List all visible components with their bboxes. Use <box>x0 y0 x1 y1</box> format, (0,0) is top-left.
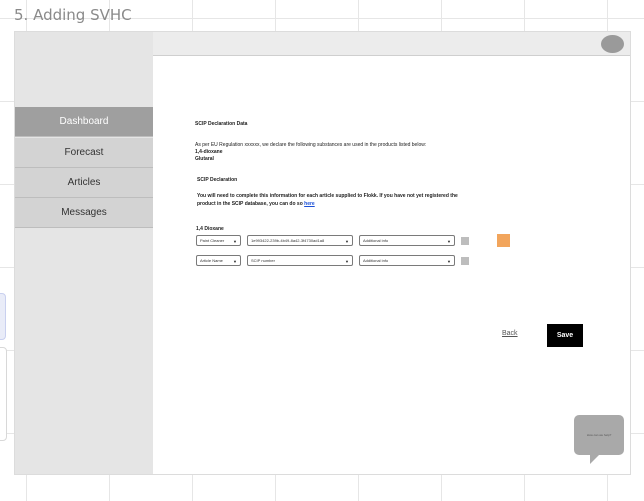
chevron-down-icon: ▼ <box>447 259 451 264</box>
chevron-down-icon: ▼ <box>345 239 349 244</box>
chat-bubble-tail <box>590 454 600 464</box>
notice-text: You will need to complete this informati… <box>197 193 458 199</box>
add-row-button[interactable] <box>497 234 510 247</box>
chevron-down-icon: ▼ <box>233 239 237 244</box>
chevron-down-icon: ▼ <box>233 259 237 264</box>
article-select[interactable]: Article Name ▼ <box>196 255 241 266</box>
row-checkbox[interactable] <box>461 237 469 245</box>
substance-group-label: 1,4 Dioxane <box>196 226 224 232</box>
notice-text-prefix: product in the SCIP database, you can do… <box>197 201 303 207</box>
notice-text-line2: product in the SCIP database, you can do… <box>197 201 315 207</box>
article-select[interactable]: Paint Cleaner ▼ <box>196 235 241 246</box>
article-select-value: Article Name <box>200 258 223 263</box>
top-bar <box>153 32 630 56</box>
save-button[interactable]: Save <box>547 324 583 347</box>
declaration-intro: As per EU Regulation xxxxxx, we declare … <box>195 142 427 148</box>
frame-title: 5. Adding SVHC <box>14 6 132 24</box>
scip-number-value: 1e993422-239b-4b49-8a42-3f4730ad1a8 <box>251 238 325 243</box>
offscreen-panel-stub <box>0 293 6 340</box>
chat-text: How can we help? <box>586 433 612 437</box>
additional-info-select[interactable]: Additional info ▼ <box>359 255 455 266</box>
avatar[interactable] <box>601 35 624 53</box>
page-heading: SCIP Declaration Data <box>195 121 248 127</box>
offscreen-panel-stub <box>0 347 7 441</box>
chevron-down-icon: ▼ <box>345 259 349 264</box>
back-button[interactable]: Back <box>502 330 518 337</box>
sidebar-item-dashboard[interactable]: Dashboard <box>15 107 153 137</box>
section-title: SCIP Declaration <box>197 177 238 183</box>
article-select-value: Paint Cleaner <box>200 238 225 243</box>
chevron-down-icon: ▼ <box>447 239 451 244</box>
scip-number-select[interactable]: 1e993422-239b-4b49-8a42-3f4730ad1a8 ▼ <box>247 235 353 246</box>
chat-bubble[interactable]: How can we help? <box>574 415 624 455</box>
sidebar-item-messages[interactable]: Messages <box>15 198 153 228</box>
additional-info-value: Additional info <box>363 238 389 243</box>
main-content: SCIP Declaration Data As per EU Regulati… <box>153 56 630 474</box>
sidebar: Dashboard Forecast Articles Messages <box>15 32 153 474</box>
row-checkbox[interactable] <box>461 257 469 265</box>
scip-number-select[interactable]: SCIP number ▼ <box>247 255 353 266</box>
substance-item: 1,4-dioxane <box>195 149 223 155</box>
additional-info-select[interactable]: Additional info ▼ <box>359 235 455 246</box>
substance-item: Glutaral <box>195 156 214 162</box>
sidebar-item-forecast[interactable]: Forecast <box>15 138 153 168</box>
here-link[interactable]: here <box>304 201 315 207</box>
app-window: Dashboard Forecast Articles Messages SCI… <box>15 32 630 474</box>
scip-number-value: SCIP number <box>251 258 275 263</box>
additional-info-value: Additional info <box>363 258 389 263</box>
sidebar-item-articles[interactable]: Articles <box>15 168 153 198</box>
